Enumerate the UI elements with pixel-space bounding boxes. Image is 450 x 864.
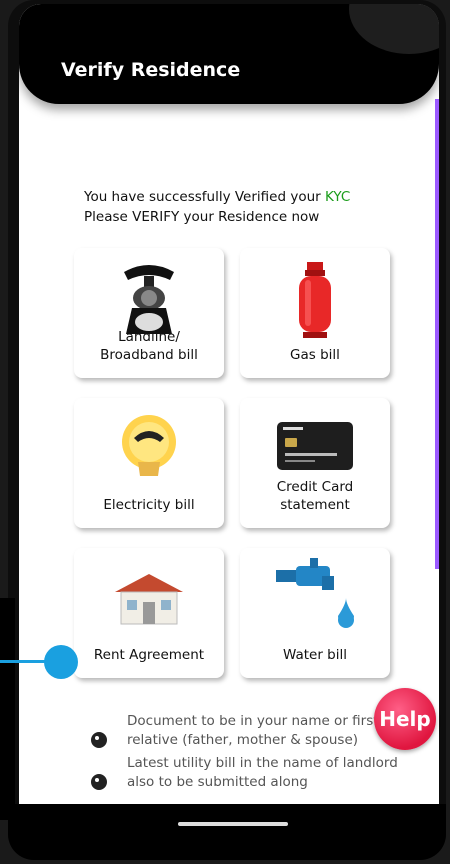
bullet-icon — [91, 732, 107, 748]
house-icon — [115, 574, 183, 625]
option-credit-card-label: Credit Card statement — [240, 478, 390, 514]
overlay-panel — [0, 598, 15, 820]
option-electricity-line1: Electricity bill — [103, 497, 195, 513]
option-gas-label: Gas bill — [240, 346, 390, 364]
option-electricity-card[interactable]: Electricity bill — [74, 398, 224, 528]
kyc-text: KYC — [324, 189, 351, 205]
option-rent-label: Rent Agreement — [74, 646, 224, 664]
option-gas-card[interactable]: Gas bill — [240, 248, 390, 378]
bullet-icon — [91, 774, 107, 790]
light-bulb-icon — [122, 415, 176, 476]
option-landline-line1: Landline/ — [118, 329, 180, 345]
option-electricity-label: Electricity bill — [74, 496, 224, 514]
scroll-indicator — [435, 99, 439, 569]
header-decoration — [349, 4, 439, 54]
app-header: Verify Residence — [19, 4, 439, 104]
pointer-line — [0, 660, 50, 663]
intro-text: You have successfully Verified your KYC … — [84, 187, 350, 227]
option-credit-card-line2: statement — [280, 497, 350, 513]
option-gas-line1: Gas bill — [290, 347, 340, 363]
option-landline-card[interactable]: Landline/ Broadband bill — [74, 248, 224, 378]
help-button[interactable]: Help — [374, 688, 436, 750]
home-gesture-handle[interactable] — [178, 822, 288, 826]
credit-card-icon — [277, 422, 353, 470]
option-landline-label: Landline/ Broadband bill — [74, 328, 224, 364]
option-rent-line1: Rent Agreement — [93, 647, 205, 663]
page-title: Verify Residence — [61, 59, 241, 81]
option-landline-line2: Broadband bill — [100, 347, 198, 363]
pointer-marker — [44, 645, 78, 679]
list-item: Document to be in your name or first blo… — [91, 712, 421, 750]
water-tap-icon — [276, 558, 354, 628]
app-screen: Verify Residence You have successfully V… — [19, 4, 439, 804]
system-nav-bar — [8, 804, 446, 860]
gas-cylinder-icon — [299, 262, 331, 338]
option-credit-card-card[interactable]: Credit Card statement — [240, 398, 390, 528]
option-water-line1: Water bill — [282, 647, 348, 663]
option-credit-card-line1: Credit Card — [276, 479, 354, 495]
option-water-label: Water bill — [240, 646, 390, 664]
telephone-icon — [124, 265, 174, 334]
requirement-text: Latest utility bill in the name of landl… — [127, 755, 398, 790]
list-item: Latest utility bill in the name of landl… — [91, 754, 421, 792]
option-water-card[interactable]: Water bill — [240, 548, 390, 678]
intro-line2: Please VERIFY your Residence now — [84, 209, 320, 225]
option-rent-card[interactable]: Rent Agreement — [74, 548, 224, 678]
requirements-list: Document to be in your name or first blo… — [91, 712, 421, 796]
intro-line1: You have successfully Verified your — [84, 189, 325, 205]
